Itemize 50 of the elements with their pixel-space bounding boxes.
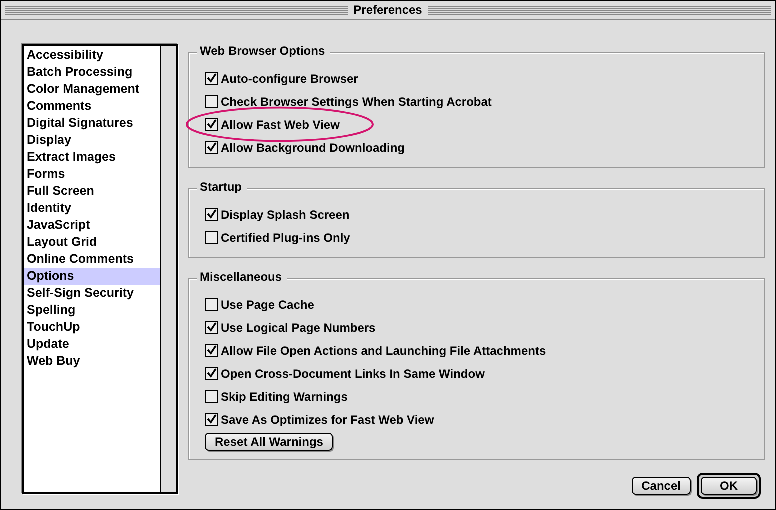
option-label[interactable]: Allow Background Downloading bbox=[221, 140, 405, 154]
scrollbar[interactable] bbox=[160, 46, 176, 492]
category-item[interactable]: TouchUp bbox=[24, 319, 160, 336]
checkbox[interactable] bbox=[205, 298, 218, 311]
checkbox[interactable] bbox=[205, 208, 218, 221]
checkbox[interactable] bbox=[205, 72, 218, 85]
checkbox[interactable] bbox=[205, 413, 218, 426]
category-item[interactable]: Display bbox=[24, 132, 160, 149]
category-item[interactable]: JavaScript bbox=[24, 217, 160, 234]
checkbox[interactable] bbox=[205, 118, 218, 131]
group-title: Miscellaneous bbox=[197, 270, 288, 284]
category-item[interactable]: Self-Sign Security bbox=[24, 285, 160, 302]
option-label[interactable]: Save As Optimizes for Fast Web View bbox=[221, 412, 434, 426]
option-label[interactable]: Display Splash Screen bbox=[221, 208, 350, 222]
checkbox[interactable] bbox=[205, 95, 218, 108]
option-label[interactable]: Skip Editing Warnings bbox=[221, 390, 348, 404]
option-label[interactable]: Use Logical Page Numbers bbox=[221, 320, 376, 334]
group-title: Web Browser Options bbox=[197, 44, 330, 58]
category-item[interactable]: Accessibility bbox=[24, 47, 160, 64]
checkbox[interactable] bbox=[205, 367, 218, 380]
category-item[interactable]: Identity bbox=[24, 200, 160, 217]
category-item[interactable]: Layout Grid bbox=[24, 234, 160, 251]
checkbox[interactable] bbox=[205, 321, 218, 334]
category-item[interactable]: Online Comments bbox=[24, 251, 160, 268]
category-item[interactable]: Forms bbox=[24, 166, 160, 183]
reset-warnings-button[interactable]: Reset All Warnings bbox=[205, 433, 334, 451]
option-label[interactable]: Check Browser Settings When Starting Acrobat bbox=[221, 94, 492, 108]
category-item[interactable]: Web Buy bbox=[24, 353, 160, 370]
dialog-button[interactable]: Cancel bbox=[632, 477, 691, 495]
window-title: Preferences bbox=[354, 3, 422, 17]
default-button[interactable]: OK bbox=[697, 473, 761, 499]
category-item[interactable]: Spelling bbox=[24, 302, 160, 319]
option-label[interactable]: Certified Plug-ins Only bbox=[221, 230, 350, 244]
category-item[interactable]: Full Screen bbox=[24, 183, 160, 200]
group-title: Startup bbox=[197, 180, 247, 194]
category-item[interactable]: Update bbox=[24, 336, 160, 353]
option-label[interactable]: Auto-configure Browser bbox=[221, 72, 358, 86]
checkbox[interactable] bbox=[205, 141, 218, 154]
checkbox[interactable] bbox=[205, 390, 218, 403]
option-label[interactable]: Allow File Open Actions and Launching File Attachments bbox=[221, 344, 546, 358]
category-item[interactable]: Comments bbox=[24, 98, 160, 115]
category-item[interactable]: Digital Signatures bbox=[24, 115, 160, 132]
category-item[interactable]: Options bbox=[24, 268, 160, 285]
category-item[interactable]: Batch Processing bbox=[24, 64, 160, 81]
checkbox[interactable] bbox=[205, 231, 218, 244]
checkbox[interactable] bbox=[205, 344, 218, 357]
option-label[interactable]: Open Cross-Document Links In Same Window bbox=[221, 366, 485, 380]
option-label[interactable]: Use Page Cache bbox=[221, 298, 314, 312]
category-item[interactable]: Color Management bbox=[24, 81, 160, 98]
category-item[interactable]: Extract Images bbox=[24, 149, 160, 166]
